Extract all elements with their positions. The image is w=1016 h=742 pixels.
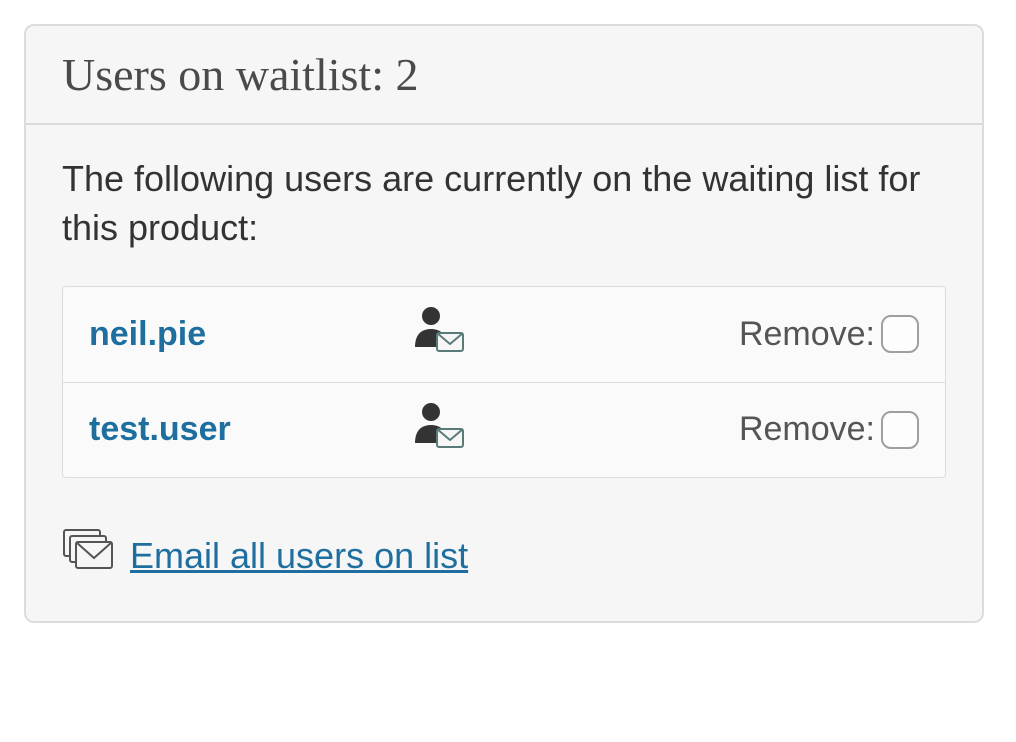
footer-row: Email all users on list: [62, 528, 946, 585]
waitlist-panel: Users on waitlist: 2 The following users…: [24, 24, 984, 623]
remove-label: Remove:: [739, 312, 875, 358]
user-link[interactable]: neil.pie: [89, 312, 409, 358]
user-row-left: test.user: [89, 399, 739, 462]
panel-header: Users on waitlist: 2: [26, 26, 982, 125]
remove-label: Remove:: [739, 407, 875, 453]
user-row: test.user Remove:: [63, 382, 945, 478]
remove-checkbox[interactable]: [881, 315, 919, 353]
panel-title-prefix: Users on waitlist:: [62, 49, 384, 100]
email-all-link[interactable]: Email all users on list: [130, 532, 468, 581]
remove-checkbox[interactable]: [881, 411, 919, 449]
envelopes-icon: [62, 528, 116, 585]
user-row-left: neil.pie: [89, 303, 739, 366]
user-mail-icon[interactable]: [409, 303, 465, 366]
user-row: neil.pie Remove:: [63, 287, 945, 382]
user-link[interactable]: test.user: [89, 407, 409, 453]
remove-wrap: Remove:: [739, 407, 919, 453]
intro-text: The following users are currently on the…: [62, 155, 946, 252]
panel-title-count: 2: [395, 49, 418, 100]
user-mail-icon[interactable]: [409, 399, 465, 462]
remove-wrap: Remove:: [739, 312, 919, 358]
user-list: neil.pie Remove:: [62, 286, 946, 478]
panel-body: The following users are currently on the…: [26, 125, 982, 621]
